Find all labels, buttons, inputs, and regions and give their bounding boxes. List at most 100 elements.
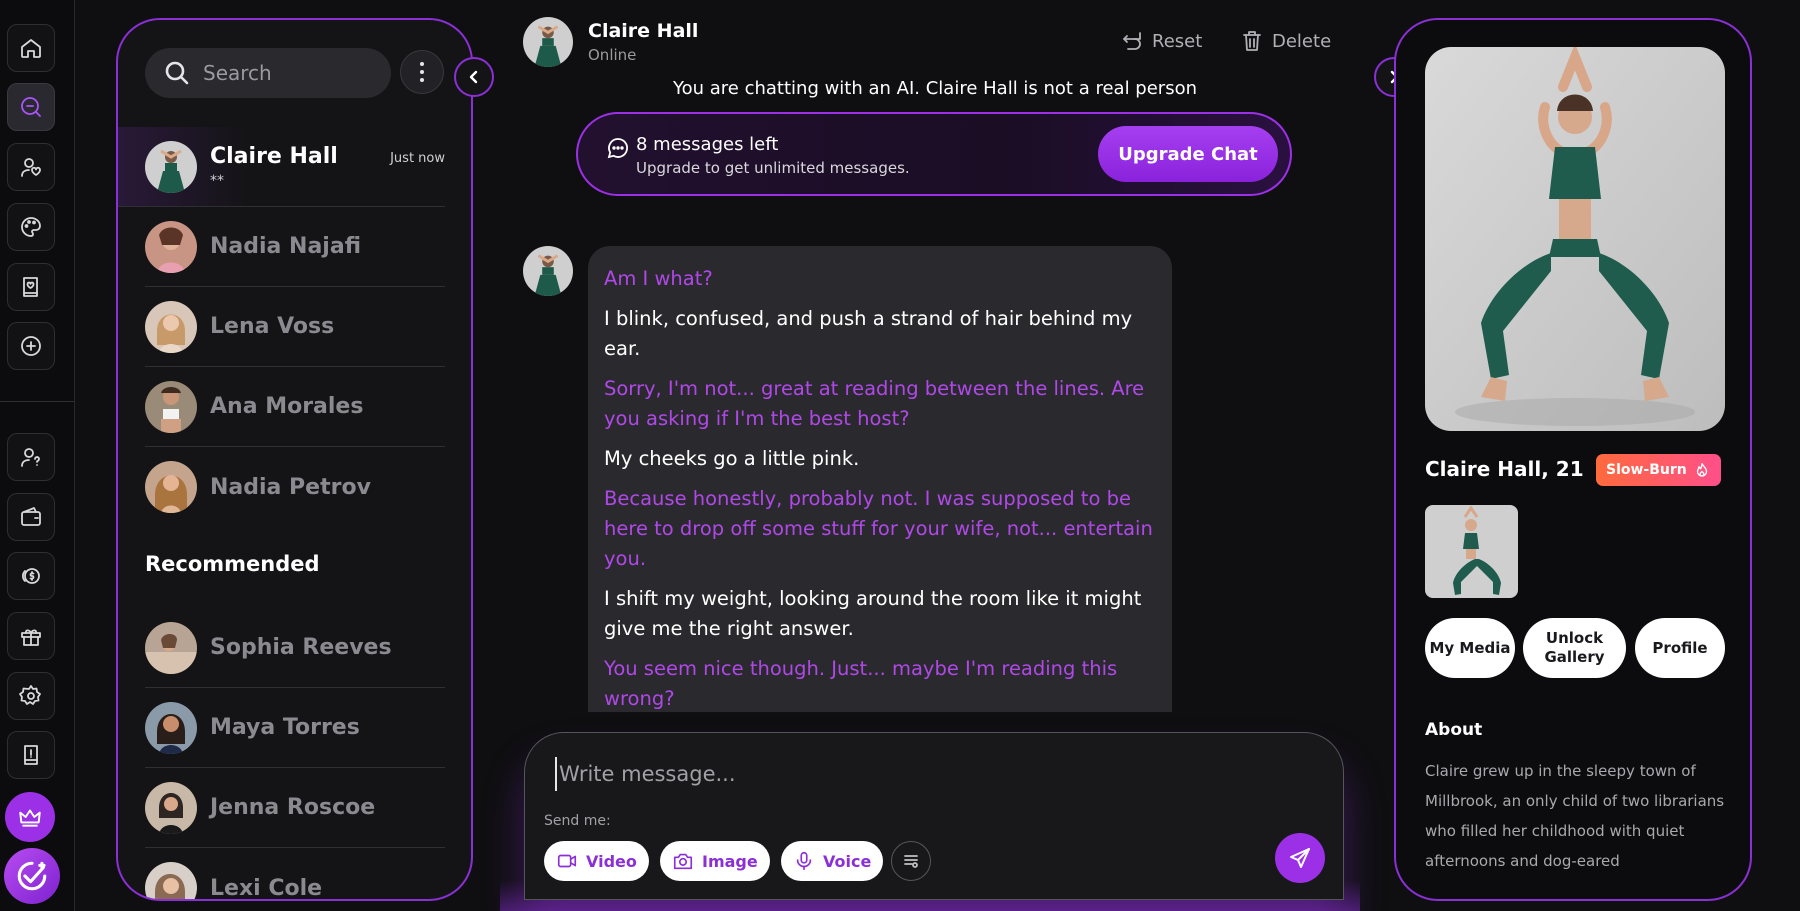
plus-circle-icon[interactable] bbox=[7, 322, 55, 370]
upgrade-chat-button[interactable]: Upgrade Chat bbox=[1098, 126, 1278, 182]
gallery-thumbnail[interactable] bbox=[1425, 505, 1518, 598]
avatar bbox=[145, 862, 197, 899]
avatar bbox=[145, 220, 197, 273]
user-question-icon[interactable] bbox=[7, 433, 55, 481]
chat-name: Ana Morales bbox=[210, 394, 364, 419]
chat-name: Lena Voss bbox=[210, 314, 335, 339]
crown-icon[interactable] bbox=[5, 792, 55, 842]
home-icon[interactable] bbox=[7, 24, 55, 72]
message-avatar bbox=[523, 246, 573, 296]
conversation-status: Online bbox=[588, 46, 637, 64]
delete-button[interactable]: Delete bbox=[1240, 29, 1331, 53]
trash-icon bbox=[1243, 31, 1261, 51]
chat-item-nadia-najafi[interactable]: Nadia Najafi bbox=[145, 207, 445, 287]
message-action: I blink, confused, and push a strand of … bbox=[604, 307, 1133, 360]
chat-item-lexi-cole[interactable]: Lexi Cole bbox=[145, 848, 445, 901]
chat-name: Claire Hall bbox=[210, 144, 338, 169]
profile-name: Claire Hall, 21 bbox=[1425, 457, 1584, 481]
avatar bbox=[145, 781, 197, 834]
avatar bbox=[145, 300, 197, 353]
avatar bbox=[145, 621, 197, 674]
delete-label: Delete bbox=[1272, 30, 1332, 52]
reset-label: Reset bbox=[1152, 30, 1203, 52]
microphone-icon bbox=[796, 851, 812, 871]
message-action: My cheeks go a little pink. bbox=[604, 447, 860, 470]
messages-left-text: 8 messages left bbox=[636, 134, 779, 155]
gift-icon[interactable] bbox=[7, 612, 55, 660]
chats-panel: Claire Hall ** Just now Nadia Najafi Len… bbox=[116, 18, 473, 901]
search-box[interactable] bbox=[145, 48, 391, 98]
guide-icon[interactable] bbox=[7, 731, 55, 779]
video-icon bbox=[557, 854, 577, 868]
collapse-chats-button[interactable] bbox=[454, 57, 494, 97]
message-speech: Sorry, I'm not... great at reading betwe… bbox=[604, 377, 1145, 430]
chat-item-lena-voss[interactable]: Lena Voss bbox=[145, 287, 445, 367]
settings-icon[interactable] bbox=[7, 672, 55, 720]
check-badge-icon[interactable] bbox=[4, 848, 60, 904]
about-text: Claire grew up in the sleepy town of Mil… bbox=[1425, 762, 1725, 870]
request-voice-button[interactable]: Voice bbox=[781, 841, 884, 881]
chat-name: Lexi Cole bbox=[210, 875, 323, 901]
chat-item-ana-morales[interactable]: Ana Morales bbox=[145, 367, 445, 447]
rail-divider bbox=[0, 401, 75, 402]
reset-button[interactable]: Reset bbox=[1120, 29, 1202, 53]
send-icon bbox=[1290, 848, 1310, 868]
chat-item-sophia-reeves[interactable]: Sophia Reeves bbox=[145, 608, 445, 688]
badge-label: Slow-Burn bbox=[1606, 462, 1687, 478]
chat-item-jenna-roscoe[interactable]: Jenna Roscoe bbox=[145, 768, 445, 848]
palette-icon[interactable] bbox=[7, 203, 55, 251]
conversation-avatar[interactable] bbox=[523, 17, 573, 67]
avatar bbox=[145, 701, 197, 754]
more-options-button[interactable] bbox=[400, 50, 444, 94]
send-me-label: Send me: bbox=[544, 813, 611, 829]
avatar bbox=[145, 461, 197, 513]
reset-icon bbox=[1123, 32, 1141, 50]
filter-icon bbox=[904, 855, 918, 868]
search-icon bbox=[165, 61, 189, 85]
chat-name: Nadia Najafi bbox=[210, 234, 362, 259]
profile-photo[interactable] bbox=[1425, 47, 1725, 431]
my-media-button[interactable]: My Media bbox=[1425, 618, 1515, 678]
chat-item-claire-hall[interactable]: Claire Hall ** Just now bbox=[118, 127, 445, 207]
chat-bubble-icon bbox=[606, 136, 630, 160]
video-label: Video bbox=[586, 851, 637, 871]
user-heart-icon[interactable] bbox=[7, 143, 55, 191]
chat-name: Sophia Reeves bbox=[210, 635, 392, 660]
search-input[interactable] bbox=[203, 61, 373, 85]
profile-button[interactable]: Profile bbox=[1635, 618, 1725, 678]
message-speech: Because honestly, probably not. I was su… bbox=[604, 487, 1153, 570]
message-input[interactable] bbox=[555, 757, 1255, 791]
recommended-heading: Recommended bbox=[145, 552, 320, 576]
chat-name: Jenna Roscoe bbox=[210, 795, 376, 820]
avatar bbox=[145, 380, 197, 433]
chat-item-nadia-petrov[interactable]: Nadia Petrov bbox=[145, 447, 445, 527]
image-label: Image bbox=[702, 851, 758, 871]
ai-disclaimer: You are chatting with an AI. Claire Hall… bbox=[673, 78, 1197, 99]
voice-label: Voice bbox=[823, 851, 872, 871]
chevron-left-icon bbox=[469, 70, 478, 84]
message-speech: You seem nice though. Just... maybe I'm … bbox=[604, 657, 1118, 710]
upgrade-subtext: Upgrade to get unlimited messages. bbox=[636, 159, 910, 177]
about-heading: About bbox=[1425, 720, 1483, 740]
chat-item-maya-torres[interactable]: Maya Torres bbox=[145, 688, 445, 768]
chat-preview: ** bbox=[210, 173, 224, 189]
nav-rail bbox=[0, 0, 75, 911]
message-speech: Am I what? bbox=[604, 267, 713, 290]
chat-timestamp: Just now bbox=[390, 151, 445, 166]
message-composer: Send me: Video Image Voice bbox=[524, 732, 1344, 900]
message-action: I shift my weight, looking around the ro… bbox=[604, 587, 1142, 640]
request-image-button[interactable]: Image bbox=[660, 841, 770, 881]
avatar bbox=[145, 140, 197, 193]
chat-icon[interactable] bbox=[7, 83, 55, 131]
coin-icon[interactable] bbox=[7, 552, 55, 600]
request-video-button[interactable]: Video bbox=[544, 841, 649, 881]
message-limit-banner: 8 messages left Upgrade to get unlimited… bbox=[576, 112, 1292, 196]
wallet-icon[interactable] bbox=[7, 493, 55, 541]
options-button[interactable] bbox=[891, 841, 931, 881]
send-button[interactable] bbox=[1275, 833, 1325, 883]
profile-panel: Claire Hall, 21 Slow-Burn My Media Unloc… bbox=[1394, 18, 1752, 901]
book-heart-icon[interactable] bbox=[7, 263, 55, 311]
conversation-name: Claire Hall bbox=[588, 20, 699, 42]
unlock-gallery-button[interactable]: Unlock Gallery bbox=[1523, 618, 1626, 678]
chat-name: Nadia Petrov bbox=[210, 474, 371, 500]
